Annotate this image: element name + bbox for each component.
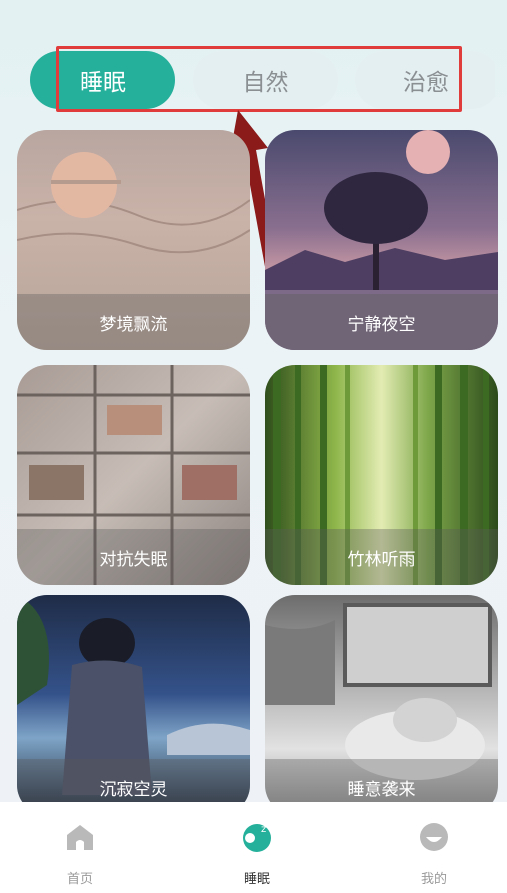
card-title: 竹林听雨 — [265, 529, 498, 585]
tabbar-sleep[interactable]: z 睡眠 — [212, 820, 302, 887]
user-face-icon — [420, 823, 448, 851]
home-icon — [67, 825, 93, 850]
card-title: 梦境飘流 — [17, 294, 250, 350]
tabbar-home[interactable]: 首页 — [35, 820, 125, 887]
tab-healing[interactable]: 治愈 — [355, 51, 495, 109]
moon-icon: z — [243, 824, 271, 852]
tab-nature[interactable]: 自然 — [193, 51, 338, 109]
card-fight-insomnia[interactable]: 对抗失眠 — [17, 365, 250, 585]
card-title: 宁静夜空 — [265, 294, 498, 350]
tabbar-sleep-label: 睡眠 — [243, 872, 270, 887]
card-dream-drift[interactable]: 梦境飘流 — [17, 130, 250, 350]
bottom-tab-bar: 首页 z 睡眠 我的 — [0, 802, 507, 893]
card-bamboo-rain[interactable]: 竹林听雨 — [265, 365, 498, 585]
card-quiet-night[interactable]: 宁静夜空 — [265, 130, 498, 350]
category-tabs: 睡眠 自然 治愈 — [30, 51, 495, 109]
tab-sleep[interactable]: 睡眠 — [30, 51, 175, 109]
tabbar-me[interactable]: 我的 — [389, 820, 479, 887]
card-sleepiness[interactable]: 睡意袭来 — [265, 595, 498, 815]
tabbar-home-label: 首页 — [66, 872, 93, 887]
card-silent-ethereal[interactable]: 沉寂空灵 — [17, 595, 250, 815]
svg-text:z: z — [261, 824, 266, 835]
tabbar-me-label: 我的 — [420, 872, 447, 887]
card-title: 对抗失眠 — [17, 529, 250, 585]
